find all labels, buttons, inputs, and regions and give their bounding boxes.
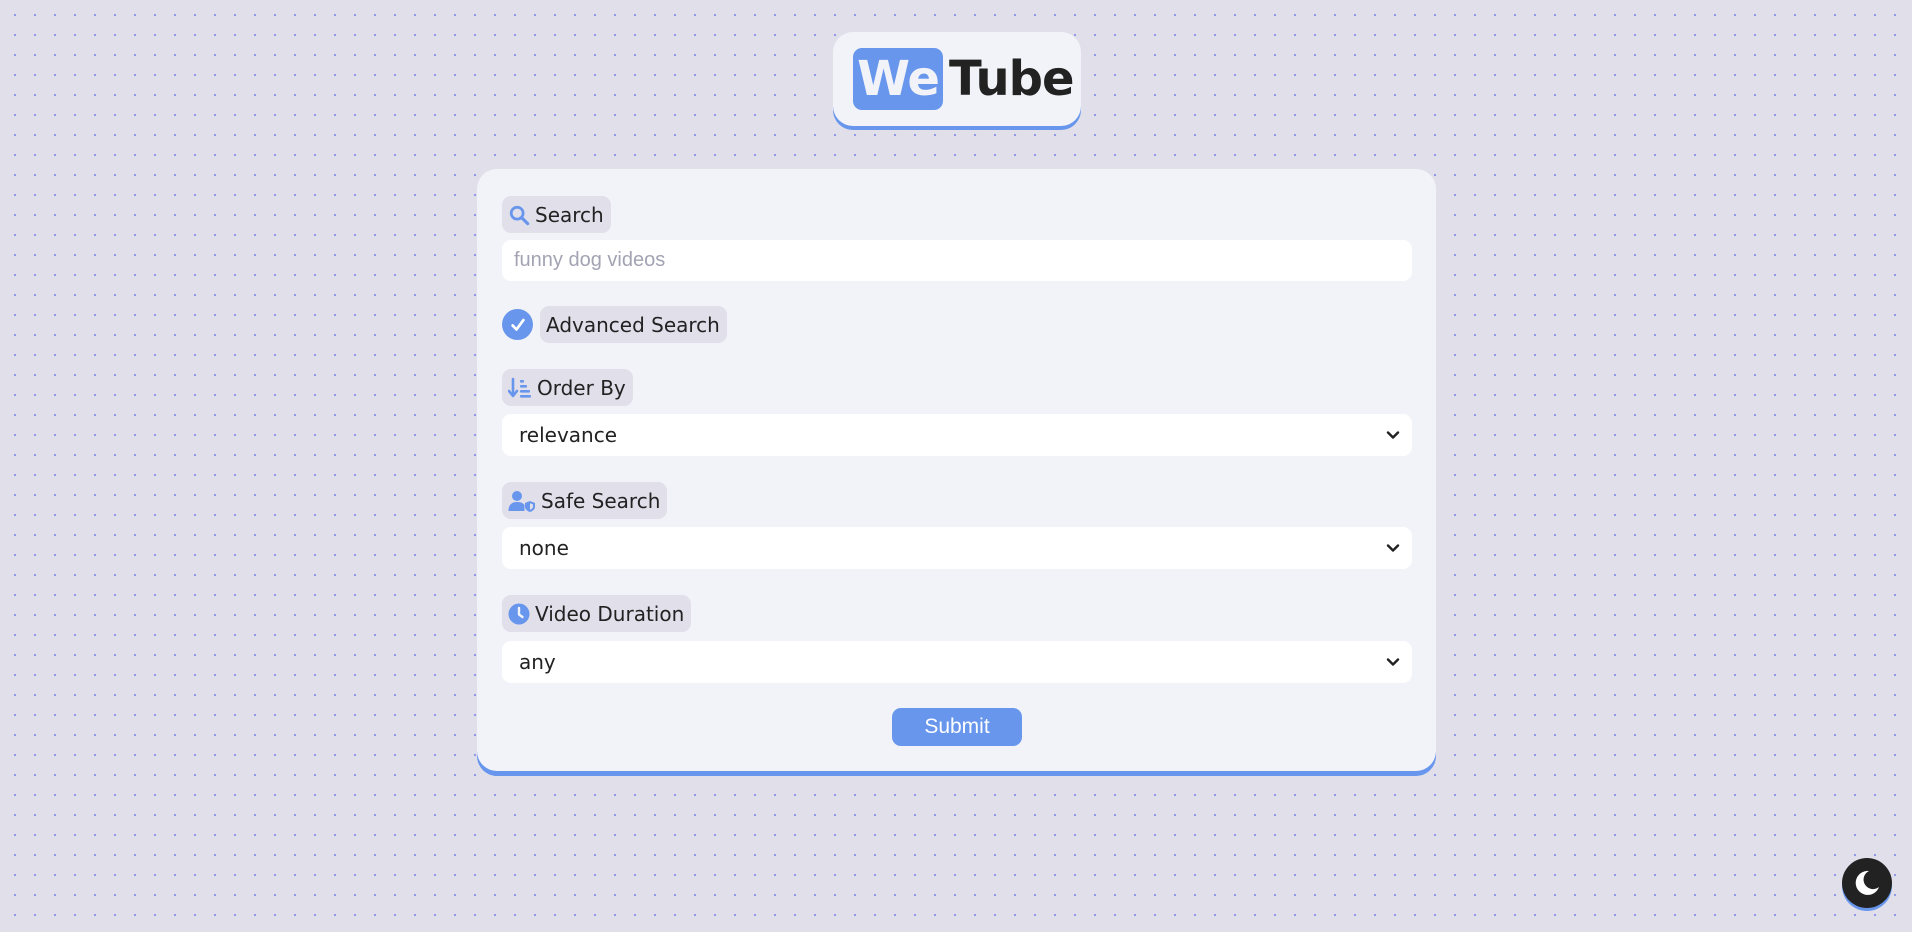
order-by-label: Order By xyxy=(502,369,633,406)
advanced-search-checkbox[interactable] xyxy=(502,309,533,340)
safe-search-label: Safe Search xyxy=(502,482,668,519)
safe-search-value: none xyxy=(519,536,569,560)
chevron-down-icon xyxy=(1386,544,1400,552)
order-by-value: relevance xyxy=(519,423,618,447)
search-input[interactable] xyxy=(502,240,1412,281)
logo: We Tube xyxy=(833,32,1081,126)
safe-search-label-text: Safe Search xyxy=(541,488,661,513)
search-label: Search xyxy=(502,196,611,233)
safe-search-select[interactable]: none xyxy=(502,527,1412,569)
logo-we: We xyxy=(853,48,943,110)
video-duration-select[interactable]: any xyxy=(502,641,1412,683)
search-form: Search Advanced Search Order By relevanc… xyxy=(477,169,1436,771)
submit-button[interactable]: Submit xyxy=(892,708,1022,746)
video-duration-value: any xyxy=(519,650,556,674)
search-icon xyxy=(509,205,530,225)
sort-icon xyxy=(508,377,531,398)
advanced-search-label[interactable]: Advanced Search xyxy=(540,306,727,343)
search-label-text: Search xyxy=(535,202,604,227)
order-by-select[interactable]: relevance xyxy=(502,414,1412,456)
chevron-down-icon xyxy=(1386,431,1400,439)
video-duration-label-text: Video Duration xyxy=(535,601,685,626)
order-by-label-text: Order By xyxy=(537,375,626,400)
chevron-down-icon xyxy=(1386,658,1400,666)
user-shield-icon xyxy=(508,490,535,512)
video-duration-label: Video Duration xyxy=(502,595,692,632)
check-icon xyxy=(510,318,525,331)
logo-tube: Tube xyxy=(949,51,1075,107)
theme-toggle-button[interactable] xyxy=(1842,858,1892,908)
advanced-search-label-text: Advanced Search xyxy=(546,312,720,337)
clock-icon xyxy=(508,603,530,624)
moon-icon xyxy=(1855,870,1879,895)
